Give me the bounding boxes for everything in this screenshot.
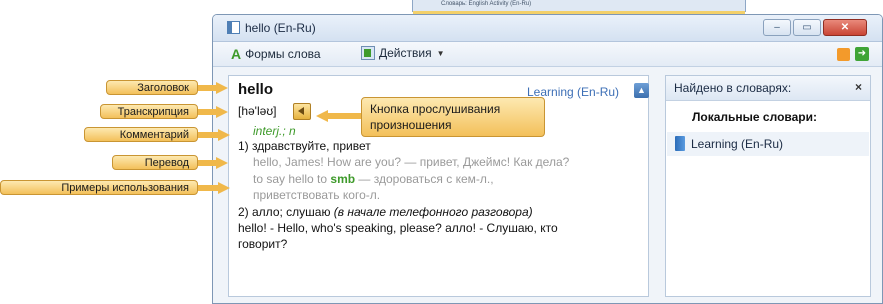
callout-arrow: [328, 113, 361, 119]
transcription: [hə'ləʊ]: [238, 104, 277, 118]
callout-comment: Комментарий: [84, 127, 198, 142]
scroll-up-icon[interactable]: ▲: [634, 83, 649, 98]
local-dictionaries-title: Локальные словари:: [692, 110, 817, 124]
dictionary-window: hello (En-Ru) – ▭ ✕ A Формы слова Действ…: [212, 14, 883, 304]
minimize-button[interactable]: –: [763, 19, 791, 36]
actions-label: Действия: [379, 46, 432, 60]
word-forms-button[interactable]: A Формы слова: [231, 46, 321, 62]
callout-arrow: [198, 160, 216, 166]
callout-arrow-head: [218, 182, 230, 194]
maximize-button[interactable]: ▭: [793, 19, 821, 36]
translation-sense-1: 1) здравствуйте, привет: [238, 139, 371, 153]
callout-arrow: [198, 132, 218, 138]
speaker-icon[interactable]: [293, 103, 311, 120]
callout-arrow-head: [216, 106, 228, 118]
app-icon: [227, 21, 240, 34]
actions-menu-button[interactable]: Действия ▼: [361, 46, 445, 60]
translation-sense-2: 2) алло; слушаю (в начале телефонного ра…: [238, 205, 533, 219]
callout-heading: Заголовок: [106, 80, 198, 95]
found-pane-header: Найдено в словарях: ×: [666, 76, 870, 101]
callout-transcription: Транскрипция: [100, 104, 198, 119]
usage-example-suffix: — здороваться с кем-л.,: [355, 172, 494, 186]
chevron-down-icon: ▼: [436, 48, 445, 58]
word-forms-label: Формы слова: [245, 47, 321, 61]
headword: hello: [238, 81, 274, 98]
usage-example: hello, James! How are you? — привет, Дже…: [253, 155, 570, 169]
usage-example: говорит?: [238, 237, 288, 251]
callout-listen-button: Кнопка прослушивания произношения: [361, 97, 545, 137]
dictionary-item-label: Learning (En-Ru): [691, 137, 784, 151]
title-bar[interactable]: hello (En-Ru) – ▭ ✕: [213, 15, 882, 42]
background-window: Словарь: English Activity (En-Ru): [412, 0, 746, 15]
sense-2-note: (в начале телефонного разговора): [333, 205, 533, 219]
book-icon: [675, 136, 685, 151]
found-pane-title: Найдено в словарях:: [674, 81, 792, 95]
callout-translation: Перевод: [112, 155, 198, 170]
usage-example-term[interactable]: smb: [330, 172, 355, 186]
usage-example: приветствовать кого-л.: [253, 188, 381, 202]
callout-arrow: [198, 109, 216, 115]
usage-example: hello! - Hello, who's speaking, please? …: [238, 221, 558, 235]
word-forms-icon: A: [231, 46, 242, 62]
exit-icon[interactable]: ➜: [855, 47, 869, 61]
actions-icon: [361, 46, 375, 60]
grammar-comment: interj.; n: [253, 124, 296, 138]
usage-example: to say hello to smb — здороваться с кем-…: [253, 172, 494, 186]
window-title: hello (En-Ru): [245, 21, 316, 35]
sense-2-text: 2) алло; слушаю: [238, 205, 334, 219]
background-window-caption: Словарь: English Activity (En-Ru): [441, 1, 532, 7]
callout-arrow-head: [216, 157, 228, 169]
callout-listen-line-1: Кнопка прослушивания: [370, 102, 501, 116]
rss-icon[interactable]: [837, 48, 850, 61]
found-in-dictionaries-pane: Найдено в словарях: × Локальные словари:…: [665, 75, 871, 297]
callout-examples: Примеры использования: [0, 180, 198, 195]
callout-listen-line-2: произношения: [370, 118, 452, 132]
list-item[interactable]: Learning (En-Ru): [667, 132, 869, 156]
close-button[interactable]: ✕: [823, 19, 867, 36]
callout-arrow-head: [316, 110, 328, 122]
callout-arrow: [198, 185, 218, 191]
toolbar: A Формы слова Действия ▼ ➜: [213, 42, 882, 67]
close-icon[interactable]: ×: [855, 80, 862, 94]
callout-arrow-head: [216, 82, 228, 94]
usage-example-prefix: to say hello to: [253, 172, 331, 186]
callout-arrow: [198, 85, 216, 91]
callout-arrow-head: [218, 129, 230, 141]
